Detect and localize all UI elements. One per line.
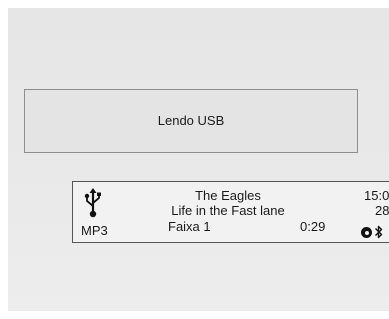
source-label: MP3 <box>81 223 108 238</box>
media-status-bar: MP3 The Eagles Life in the Fast lane Fai… <box>72 181 389 243</box>
cd-icon <box>361 227 372 238</box>
track-label: Faixa 1 <box>168 219 211 234</box>
temperature-display: 28° <box>375 203 389 218</box>
song-title: Life in the Fast lane <box>171 203 285 218</box>
loading-popup: Lendo USB <box>24 89 358 153</box>
bluetooth-icon <box>375 225 383 239</box>
artist-name: The Eagles <box>195 188 261 203</box>
usb-icon <box>84 188 101 218</box>
clock-display: 15:0 <box>364 188 389 203</box>
display-screen: Lendo USB MP3 The Eagles Life in the Fas… <box>8 8 389 311</box>
popup-message: Lendo USB <box>157 113 225 128</box>
elapsed-time: 0:29 <box>300 219 326 234</box>
